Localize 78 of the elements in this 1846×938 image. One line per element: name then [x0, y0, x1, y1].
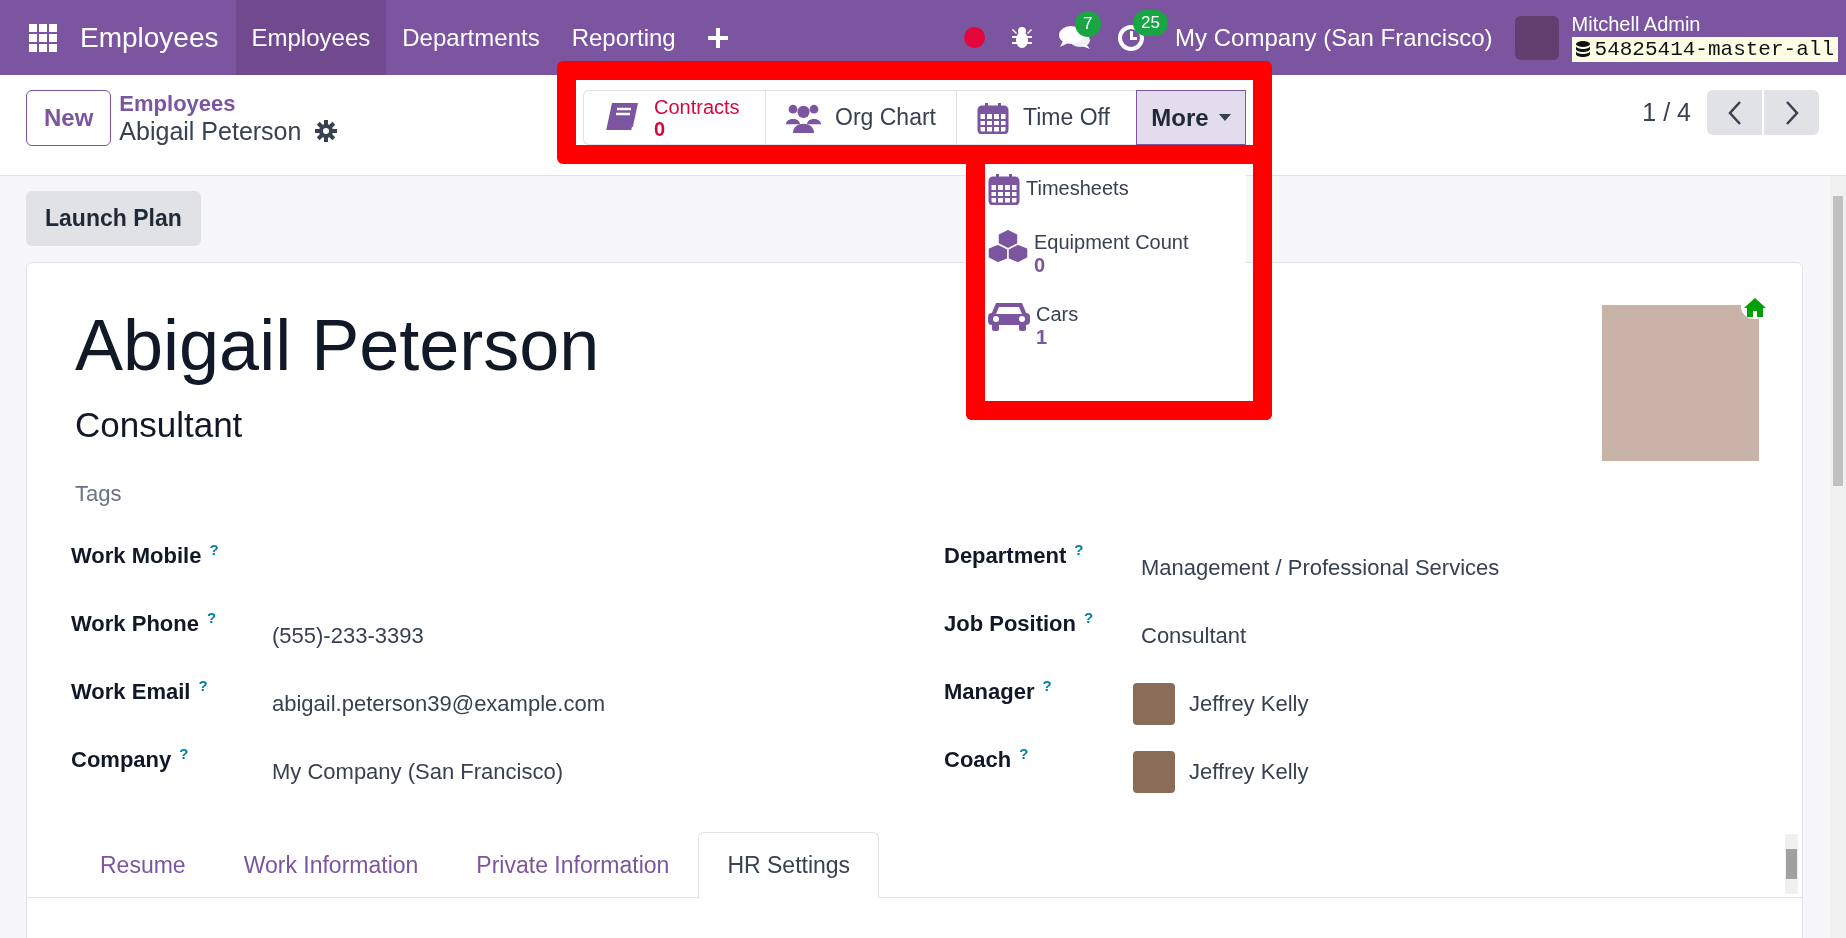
field-label: Manager [944, 679, 1035, 705]
new-button[interactable]: New [26, 90, 112, 146]
field-label: Company [71, 747, 172, 773]
status-dot-icon[interactable] [964, 27, 986, 48]
dropdown-item-count: 1 [1036, 326, 1049, 349]
field-value[interactable]: Jeffrey Kelly [1189, 691, 1309, 717]
help-tooltip-mark[interactable]: ? [1019, 745, 1029, 762]
help-tooltip-mark[interactable]: ? [1042, 677, 1052, 694]
app-name: Employees [80, 21, 219, 54]
field-label: Job Position [944, 611, 1076, 637]
smart-button-count: 0 [654, 117, 667, 140]
smart-button-label: Time Off [1023, 104, 1110, 131]
dropdown-item-count: 0 [1034, 254, 1047, 277]
company-switcher[interactable]: My Company (San Francisco) [1175, 23, 1493, 52]
user-name[interactable]: Mitchell Admin [1571, 13, 1838, 36]
help-tooltip-mark[interactable]: ? [1084, 609, 1094, 626]
dropdown-item-label: Timesheets [1026, 177, 1129, 200]
record-name: Abigail Peterson [119, 116, 302, 146]
smart-button[interactable]: Time Off [956, 90, 1136, 145]
breadcrumb-link[interactable]: Employees [119, 90, 338, 117]
message-count-badge: 7 [1075, 10, 1101, 37]
notebook-tab[interactable]: Resume [71, 832, 215, 898]
pager-counter: 1 / 4 [1642, 98, 1691, 127]
avatar-photo-placeholder [1133, 683, 1175, 725]
smart-button[interactable]: Org Chart [765, 90, 956, 145]
field-value[interactable]: Consultant [1141, 623, 1247, 649]
menu-item[interactable]: Employees [235, 0, 387, 75]
dropdown-item-label: Cars [1036, 303, 1079, 326]
chevron-left-icon [1727, 100, 1742, 125]
launch-plan-button[interactable]: Launch Plan [26, 191, 201, 246]
smart-button[interactable]: Contracts 0 [583, 90, 765, 145]
plus-icon[interactable] [707, 27, 728, 48]
field-value[interactable]: abigail.peterson39@example.com [272, 691, 605, 717]
smart-button-label: Org Chart [835, 104, 936, 131]
help-tooltip-mark[interactable]: ? [1074, 541, 1084, 558]
employee-name[interactable]: Abigail Peterson [75, 303, 600, 387]
dropdown-item[interactable]: Cars 1 [988, 299, 1246, 349]
house-icon [1743, 297, 1767, 317]
help-tooltip-mark[interactable]: ? [179, 745, 189, 762]
calendar-icon [988, 173, 1020, 205]
field-value[interactable]: Jeffrey Kelly [1189, 759, 1309, 785]
avatar-photo-placeholder [1133, 751, 1175, 793]
field-label: Department [944, 543, 1067, 569]
calendar-icon [977, 101, 1009, 134]
dropdown-item[interactable]: Equipment Count 0 [988, 227, 1246, 277]
gear-icon[interactable] [315, 120, 338, 142]
scrollbar[interactable] [1785, 834, 1798, 894]
database-icon [1575, 41, 1590, 58]
field-value[interactable]: My Company (San Francisco) [272, 759, 563, 785]
field-label: Work Phone [71, 611, 199, 637]
scrollbar[interactable] [1830, 176, 1846, 938]
bug-icon[interactable] [1011, 25, 1034, 50]
cubes-icon [988, 227, 1028, 263]
menu-item[interactable]: Departments [386, 0, 556, 75]
field-label: Work Email [71, 679, 191, 705]
field-label: Coach [944, 747, 1012, 773]
menu-item[interactable]: Reporting [555, 0, 692, 75]
chevron-right-icon [1784, 100, 1799, 125]
next-button[interactable] [1764, 90, 1819, 135]
notebook-tab[interactable]: Private Information [447, 832, 699, 898]
field-value[interactable]: Management / Professional Services [1141, 555, 1500, 581]
field-value[interactable]: (555)-233-3393 [272, 623, 424, 649]
job-title[interactable]: Consultant [75, 405, 243, 445]
smart-button-label: Contracts [654, 95, 740, 118]
activity-count-badge: 25 [1133, 9, 1169, 36]
apps-menu-icon[interactable] [29, 23, 57, 52]
help-tooltip-mark[interactable]: ? [209, 541, 219, 558]
dropdown-item[interactable]: Timesheets [988, 173, 1246, 205]
caret-icon [1218, 114, 1231, 121]
previous-button[interactable] [1707, 90, 1762, 135]
field-label: Work Mobile [71, 543, 202, 569]
dropdown-item-label: Equipment Count [1034, 231, 1189, 254]
notebook-tab[interactable]: Work Information [214, 832, 448, 898]
help-tooltip-mark[interactable]: ? [198, 677, 208, 694]
database-name: 54825414-master-all [1594, 38, 1834, 61]
notebook-tab[interactable]: HR Settings [698, 832, 880, 898]
more-dropdown-button[interactable]: More [1136, 90, 1246, 145]
help-tooltip-mark[interactable]: ? [206, 609, 217, 626]
